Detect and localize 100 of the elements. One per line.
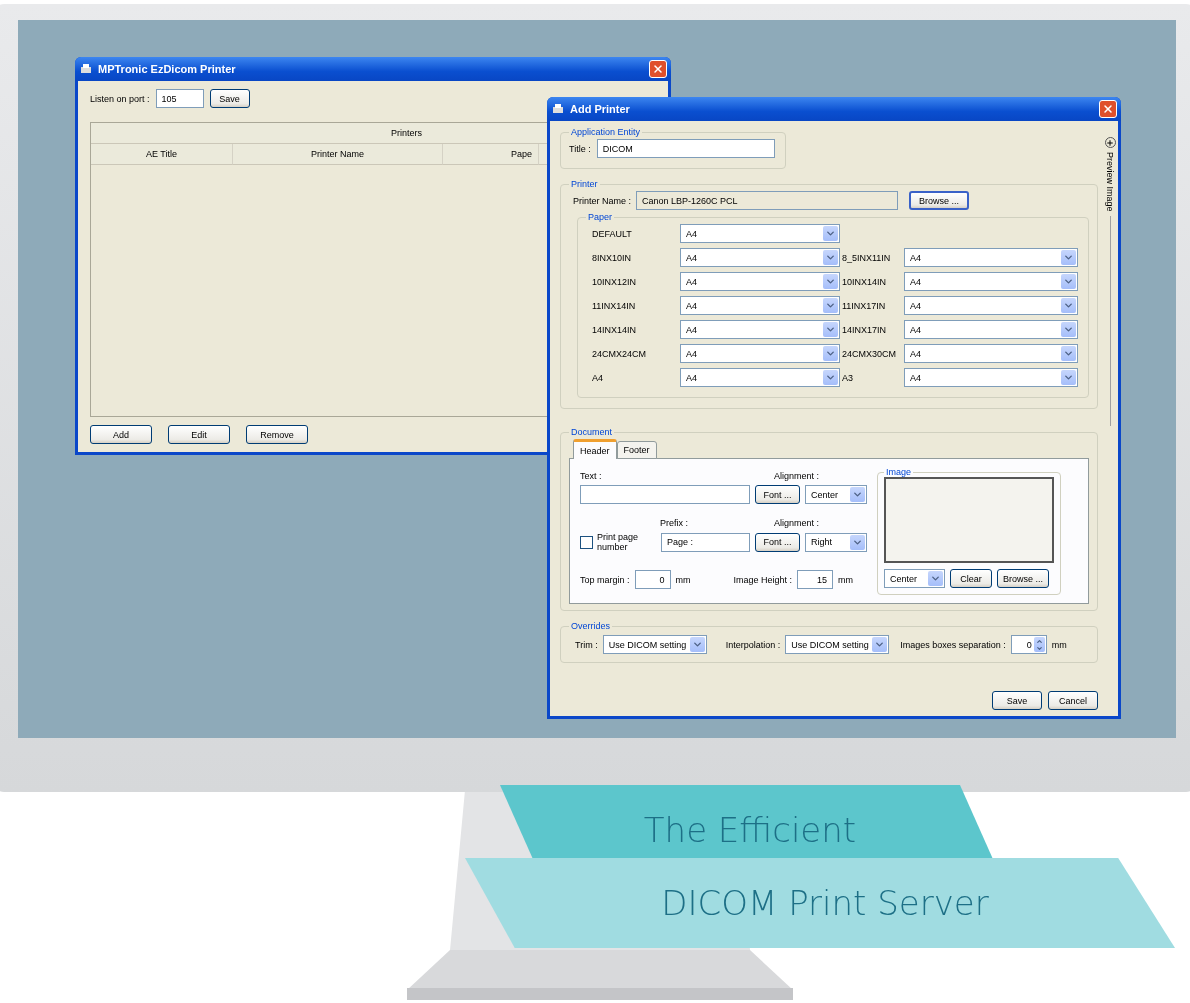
checkbox[interactable] bbox=[580, 535, 593, 549]
chevron-down-icon bbox=[689, 637, 705, 652]
paper-size-label: 24CMX30CM bbox=[842, 348, 898, 359]
alignment-dropdown[interactable]: Right bbox=[805, 532, 867, 552]
chevron-down-icon bbox=[872, 637, 888, 652]
chevron-down-icon bbox=[850, 487, 865, 502]
close-button[interactable] bbox=[649, 60, 667, 78]
unit-label: mm bbox=[838, 574, 854, 585]
field-label: Title : bbox=[569, 143, 591, 154]
paper-size-label: A3 bbox=[842, 372, 854, 383]
group-label: Document bbox=[570, 427, 614, 437]
checkbox-label: Print page number bbox=[597, 532, 640, 552]
action-button[interactable]: Edit bbox=[168, 425, 230, 444]
paper-size-dropdown[interactable]: A4 bbox=[904, 368, 1078, 387]
paper-size-label: 24CMX24CM bbox=[592, 348, 648, 359]
paper-size-dropdown[interactable]: A4 bbox=[904, 344, 1078, 363]
field-label: Alignment : bbox=[773, 518, 819, 528]
paper-size-label: 8_5INX11IN bbox=[842, 252, 892, 263]
paper-size-label: 10INX12IN bbox=[592, 276, 638, 287]
close-icon bbox=[1102, 103, 1114, 115]
alignment-dropdown[interactable]: Center bbox=[805, 485, 867, 504]
paper-size-dropdown[interactable]: A4 bbox=[680, 296, 840, 315]
dialog-button[interactable]: Save bbox=[992, 691, 1042, 710]
group-label: Image bbox=[885, 467, 912, 477]
window-title: Add Printer bbox=[570, 103, 631, 115]
chevron-down-icon bbox=[1061, 298, 1076, 313]
window-title: MPTronic EzDicom Printer bbox=[98, 63, 237, 75]
interpolation-dropdown[interactable]: Use DICOM setting bbox=[785, 635, 890, 654]
close-button[interactable] bbox=[1099, 100, 1117, 118]
chevron-down-icon bbox=[850, 534, 865, 550]
chevron-down-icon bbox=[928, 571, 943, 586]
printer-name-input[interactable]: Canon LBP-1260C PCL bbox=[636, 191, 899, 210]
browse-button[interactable]: Browse ... bbox=[997, 569, 1049, 588]
chevron-down-icon bbox=[1061, 274, 1076, 289]
group-label: Overrides bbox=[570, 621, 611, 631]
chevron-down-icon bbox=[1061, 250, 1076, 265]
group-label: Application Entity bbox=[570, 127, 642, 137]
font-button[interactable]: Font ... bbox=[755, 485, 800, 504]
field-label: Interpolation : bbox=[725, 639, 781, 650]
field-label: Prefix : bbox=[660, 518, 688, 528]
action-button[interactable]: Add bbox=[90, 425, 152, 444]
paper-size-label: DEFAULT bbox=[592, 228, 633, 239]
header-text-input[interactable] bbox=[580, 485, 750, 504]
browse-button[interactable]: Browse ... bbox=[909, 191, 970, 210]
tab[interactable]: Header bbox=[573, 439, 617, 459]
chevron-down-icon bbox=[823, 274, 838, 289]
paper-size-dropdown[interactable]: A4 bbox=[680, 368, 840, 387]
paper-size-dropdown[interactable]: A4 bbox=[904, 320, 1078, 339]
group-label: Printer bbox=[570, 179, 599, 189]
column-header[interactable]: AE Title bbox=[91, 144, 233, 165]
paper-size-dropdown[interactable]: A4 bbox=[904, 248, 1078, 267]
alignment-dropdown[interactable]: Center bbox=[884, 569, 945, 588]
paper-size-label: 14INX17IN bbox=[842, 324, 888, 335]
column-header[interactable]: Pape bbox=[443, 144, 539, 165]
column-header[interactable]: Printer Name bbox=[233, 144, 443, 165]
field-label: Images boxes separation : bbox=[900, 639, 1006, 650]
paper-size-label: 14INX14IN bbox=[592, 324, 638, 335]
prefix-input[interactable]: Page : bbox=[661, 532, 750, 552]
chevron-down-icon bbox=[823, 322, 838, 337]
paper-size-dropdown[interactable]: A4 bbox=[680, 344, 840, 363]
port-input[interactable]: 105 bbox=[155, 89, 204, 108]
paper-size-dropdown[interactable]: A4 bbox=[904, 272, 1078, 291]
paper-size-label: 8INX10IN bbox=[592, 252, 633, 263]
paper-size-dropdown[interactable]: A4 bbox=[680, 248, 840, 267]
image-height-input[interactable]: 15 bbox=[797, 570, 834, 589]
chevron-down-icon bbox=[823, 370, 838, 385]
group-label: Paper bbox=[587, 212, 614, 222]
paper-size-label: 11INX17IN bbox=[842, 300, 887, 311]
action-button[interactable]: Remove bbox=[246, 425, 308, 444]
paper-size-dropdown[interactable]: A4 bbox=[680, 272, 840, 291]
clear-button[interactable]: Clear bbox=[950, 569, 992, 588]
paper-size-dropdown[interactable]: A4 bbox=[680, 224, 840, 243]
side-panel-tab[interactable]: Preview Image bbox=[1105, 152, 1115, 212]
field-label: Alignment : bbox=[773, 471, 819, 481]
chevron-down-icon bbox=[823, 298, 838, 313]
tab[interactable]: Footer bbox=[616, 441, 657, 459]
field-label: Image Height : bbox=[733, 574, 793, 585]
paper-size-dropdown[interactable]: A4 bbox=[680, 320, 840, 339]
paper-size-label: 10INX14IN bbox=[842, 276, 888, 287]
expand-icon[interactable] bbox=[1104, 137, 1116, 148]
unit-label: mm bbox=[1051, 639, 1067, 650]
paper-size-dropdown[interactable]: A4 bbox=[904, 296, 1078, 315]
banner-text: DICOM Print Server bbox=[465, 858, 1175, 948]
field-label: Top margin : bbox=[580, 574, 630, 585]
chevron-down-icon bbox=[823, 250, 838, 265]
paper-size-label: 11INX14IN bbox=[592, 300, 637, 311]
printer-icon bbox=[551, 102, 565, 116]
close-icon bbox=[652, 63, 664, 75]
dialog-button[interactable]: Cancel bbox=[1048, 691, 1098, 710]
port-label: Listen on port : bbox=[90, 93, 150, 104]
title-input[interactable]: DICOM bbox=[596, 139, 775, 158]
trim-dropdown[interactable]: Use DICOM setting bbox=[602, 635, 707, 654]
top-margin-input[interactable]: 0 bbox=[634, 570, 671, 589]
spin-arrows-icon bbox=[1033, 637, 1045, 652]
chevron-down-icon bbox=[1061, 370, 1076, 385]
field-label: Text : bbox=[580, 471, 602, 481]
field-label: Trim : bbox=[575, 639, 598, 650]
font-button[interactable]: Font ... bbox=[755, 532, 800, 552]
save-button[interactable]: Save bbox=[209, 89, 250, 108]
separation-spinner[interactable]: 0 bbox=[1010, 635, 1047, 654]
